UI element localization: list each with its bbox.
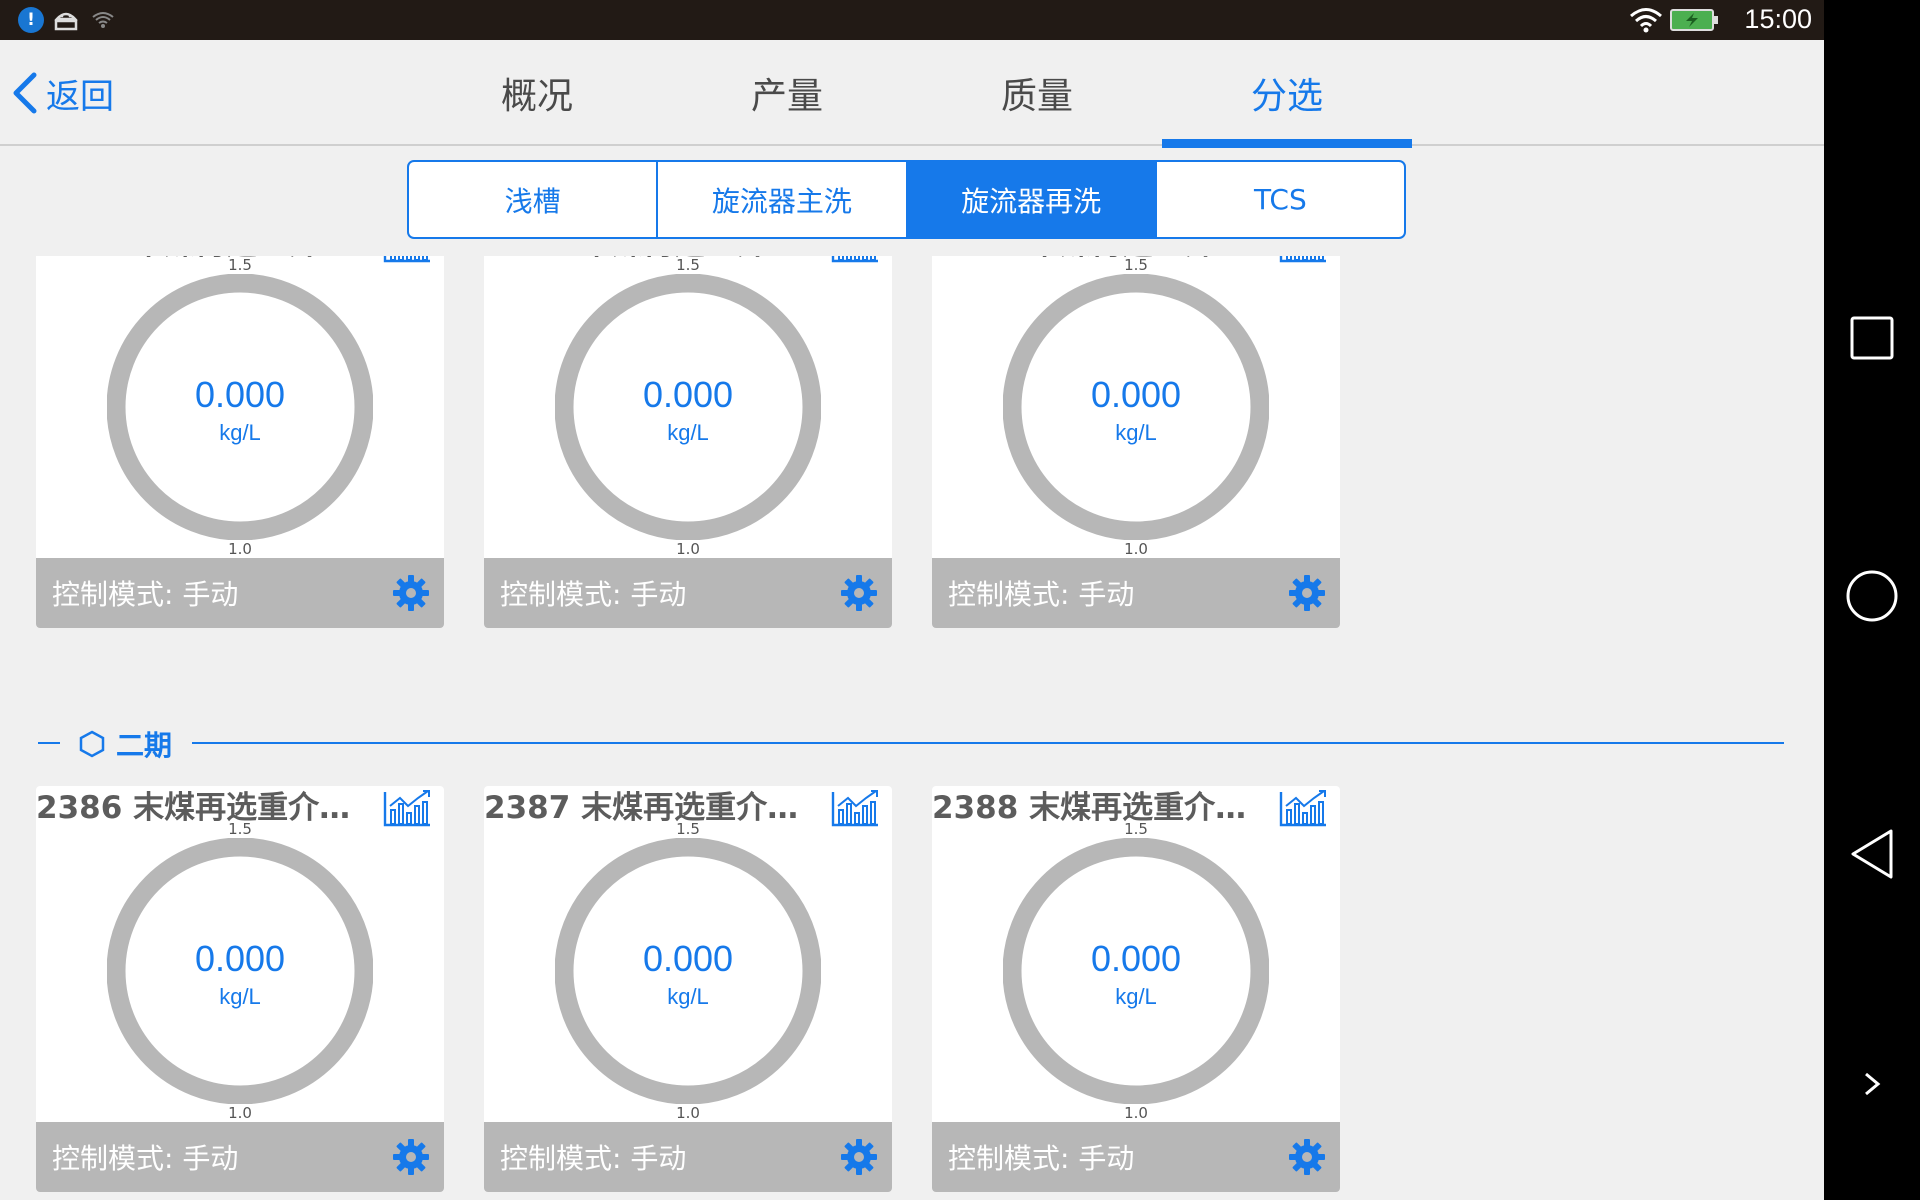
gauge-unit: kg/L: [1115, 420, 1157, 445]
wifi-off-icon: [90, 6, 116, 34]
control-mode-label: 控制模式: 手动: [500, 1142, 687, 1175]
gauge-unit: kg/L: [219, 984, 261, 1009]
gauge-min-label: 1.0: [1124, 1104, 1148, 1122]
battery-charging-icon: [1670, 9, 1718, 31]
gauge-max-label: 1.5: [676, 256, 700, 274]
settings-button[interactable]: [1286, 572, 1328, 614]
gauge-min-label: 1.0: [676, 1104, 700, 1122]
card-footer: 控制模式: 手动: [932, 558, 1340, 628]
gauge-max-label: 1.5: [228, 256, 252, 274]
circle-icon: [1846, 570, 1898, 622]
gauge-value: 0.000: [1090, 938, 1182, 979]
alert-icon: !: [18, 7, 44, 33]
android-icon: [52, 6, 80, 34]
sub-tab-tcs[interactable]: TCS: [1157, 162, 1404, 237]
gear-icon: [1289, 575, 1325, 611]
settings-button[interactable]: [838, 1136, 880, 1178]
expand-nav-button[interactable]: [1842, 1054, 1902, 1114]
control-mode-label: 控制模式: 手动: [500, 578, 687, 611]
sub-tab-shallow-trough[interactable]: 浅槽: [409, 162, 659, 237]
section-divider: [192, 742, 1784, 744]
app-window: 返回 概况 产量 质量 分选 浅槽 旋流器主洗 旋流器再洗 TCS 1386 末…: [0, 40, 1824, 1200]
gauge-min-label: 1.0: [228, 540, 252, 558]
gauge-unit: kg/L: [667, 420, 709, 445]
section-header: 二期: [0, 722, 1800, 766]
gear-icon: [841, 1139, 877, 1175]
section-title: 二期: [116, 729, 173, 762]
gauge-max-label: 1.5: [228, 820, 252, 838]
chevron-left-icon: [13, 72, 37, 114]
system-navigation-bar: [1824, 0, 1920, 1200]
gauge-min-label: 1.0: [676, 540, 700, 558]
gauge-value: 0.000: [1090, 374, 1182, 415]
gauge-value: 0.000: [194, 938, 286, 979]
gauge-value: 0.000: [194, 374, 286, 415]
recent-apps-button[interactable]: [1842, 308, 1902, 368]
home-button[interactable]: [1842, 566, 1902, 626]
control-mode-label: 控制模式: 手动: [52, 578, 239, 611]
sub-tab-bar: 浅槽 旋流器主洗 旋流器再洗 TCS: [407, 160, 1406, 239]
gauge-value: 0.000: [642, 374, 734, 415]
gauge-card: 1386 末煤再选重介旋... 1.5 0.000 kg/L 1.0 控制模式:…: [36, 256, 444, 628]
control-mode-label: 控制模式: 手动: [948, 578, 1135, 611]
gear-icon: [393, 1139, 429, 1175]
card-footer: 控制模式: 手动: [36, 1122, 444, 1192]
square-icon: [1850, 316, 1894, 360]
gauge-value: 0.000: [642, 938, 734, 979]
card-list[interactable]: 1386 末煤再选重介旋... 1.5 0.000 kg/L 1.0 控制模式:…: [0, 256, 1824, 1200]
settings-button[interactable]: [390, 572, 432, 614]
card-footer: 控制模式: 手动: [484, 1122, 892, 1192]
settings-button[interactable]: [838, 572, 880, 614]
status-bar: ! 15:00: [0, 0, 1824, 40]
gauge-card: 2386 末煤再选重介旋... 1.5 0.000 kg/L 1.0 控制模式:…: [36, 786, 444, 1192]
triangle-back-icon: [1851, 829, 1893, 879]
gauge-unit: kg/L: [219, 420, 261, 445]
card-footer: 控制模式: 手动: [36, 558, 444, 628]
gauge-card: 2388 末煤再选重介旋... 1.5 0.000 kg/L 1.0 控制模式:…: [932, 786, 1340, 1192]
gear-icon: [393, 575, 429, 611]
gauge-min-label: 1.0: [1124, 540, 1148, 558]
gauge-card: 1387 末煤再选重介旋... 1.5 0.000 kg/L 1.0 控制模式:…: [484, 256, 892, 628]
gauge-max-label: 1.5: [1124, 256, 1148, 274]
tab-separation[interactable]: 分选: [1162, 40, 1412, 148]
back-nav-button[interactable]: [1842, 824, 1902, 884]
gear-icon: [1289, 1139, 1325, 1175]
back-button[interactable]: 返回: [10, 68, 114, 118]
settings-button[interactable]: [1286, 1136, 1328, 1178]
sub-tab-cyclone-rewash[interactable]: 旋流器再洗: [907, 162, 1157, 237]
control-mode-label: 控制模式: 手动: [52, 1142, 239, 1175]
sub-tab-cyclone-main[interactable]: 旋流器主洗: [658, 162, 908, 237]
gear-icon: [841, 575, 877, 611]
clock: 15:00: [1744, 4, 1812, 34]
card-footer: 控制模式: 手动: [932, 1122, 1340, 1192]
top-navigation: 返回 概况 产量 质量 分选: [0, 40, 1824, 148]
gauge-max-label: 1.5: [1124, 820, 1148, 838]
back-label: 返回: [46, 76, 114, 117]
tab-output[interactable]: 产量: [662, 40, 912, 146]
settings-button[interactable]: [390, 1136, 432, 1178]
gauge-card: 2387 末煤再选重介旋... 1.5 0.000 kg/L 1.0 控制模式:…: [484, 786, 892, 1192]
gauge-min-label: 1.0: [228, 1104, 252, 1122]
gauge-unit: kg/L: [1115, 984, 1157, 1009]
card-footer: 控制模式: 手动: [484, 558, 892, 628]
section-dash: [38, 742, 60, 744]
gauge-card: 1388 末煤再选重介旋... 1.5 0.000 kg/L 1.0 控制模式:…: [932, 256, 1340, 628]
wifi-icon: [1628, 6, 1664, 34]
tab-quality[interactable]: 质量: [912, 40, 1162, 146]
tab-overview[interactable]: 概况: [412, 40, 662, 146]
chevron-right-icon: [1865, 1072, 1881, 1096]
gauge-max-label: 1.5: [676, 820, 700, 838]
hexagon-icon: [79, 730, 105, 758]
control-mode-label: 控制模式: 手动: [948, 1142, 1135, 1175]
gauge-unit: kg/L: [667, 984, 709, 1009]
